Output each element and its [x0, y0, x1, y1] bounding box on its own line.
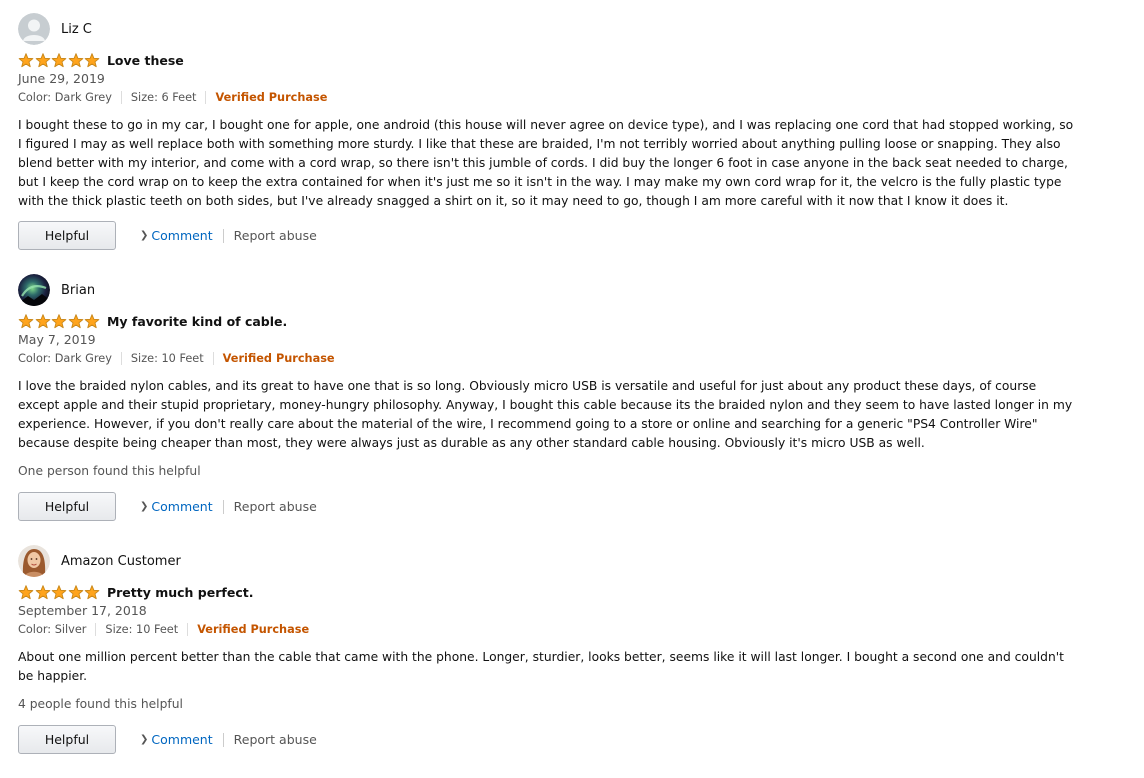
- star-icon: [51, 584, 67, 599]
- verified-purchase-badge: Verified Purchase: [197, 623, 310, 636]
- verified-purchase-badge: Verified Purchase: [222, 352, 335, 365]
- helpful-button[interactable]: Helpful: [18, 221, 116, 250]
- review-body: I love the braided nylon cables, and its…: [18, 379, 1073, 450]
- review-body: I bought these to go in my car, I bought…: [18, 118, 1074, 208]
- star-icon: [68, 584, 84, 599]
- reviewer-name: Liz C: [61, 21, 92, 37]
- star-icon: [85, 584, 100, 599]
- helpful-button[interactable]: Helpful: [18, 725, 116, 754]
- star-icon: [35, 52, 50, 67]
- star-rating[interactable]: [18, 584, 101, 600]
- review-format-strip: Color: Silver Size: 10 Feet Verified Pur…: [18, 623, 309, 636]
- star-icon: [35, 584, 50, 599]
- chevron-down-icon: ❯: [140, 734, 149, 745]
- helpful-button[interactable]: Helpful: [18, 492, 116, 521]
- review-actions: Helpful ❯ Comment Report abuse: [18, 724, 317, 755]
- star-rating[interactable]: [18, 52, 101, 68]
- divider: [187, 623, 189, 636]
- chevron-down-icon: ❯: [140, 230, 149, 241]
- review-card: Liz C Love these June 29, 2019 Color: Da…: [18, 13, 1118, 255]
- review-card: Amazon Customer Pretty much perfect. Sep…: [18, 545, 1118, 765]
- star-icon: [85, 52, 100, 67]
- color-variant[interactable]: Color: Silver: [18, 623, 86, 636]
- review-actions: Helpful ❯ Comment Report abuse: [18, 220, 317, 251]
- helpful-vote-count: One person found this helpful: [18, 464, 201, 478]
- review-title[interactable]: My favorite kind of cable.: [107, 314, 287, 329]
- star-icon: [35, 313, 50, 328]
- star-icon: [85, 313, 100, 328]
- reviewer-name: Amazon Customer: [61, 553, 181, 569]
- star-icon: [18, 584, 34, 599]
- star-rating[interactable]: [18, 313, 101, 329]
- comment-link[interactable]: ❯ Comment: [140, 499, 213, 514]
- star-icon: [51, 52, 67, 67]
- divider: [212, 352, 214, 365]
- size-variant[interactable]: Size: 6 Feet: [131, 91, 197, 104]
- divider: [205, 91, 207, 104]
- comment-label: Comment: [151, 228, 213, 243]
- star-icon: [68, 52, 84, 67]
- verified-purchase-badge: Verified Purchase: [215, 91, 328, 104]
- comment-link[interactable]: ❯ Comment: [140, 228, 213, 243]
- report-abuse-link[interactable]: Report abuse: [234, 499, 317, 514]
- star-icon: [68, 313, 84, 328]
- size-variant[interactable]: Size: 10 Feet: [105, 623, 178, 636]
- color-variant[interactable]: Color: Dark Grey: [18, 91, 112, 104]
- review-card: Brian My favorite kind of cable. May 7, …: [18, 274, 1118, 524]
- divider: [222, 732, 224, 747]
- divider: [95, 623, 97, 636]
- comment-link[interactable]: ❯ Comment: [140, 732, 213, 747]
- star-icon: [51, 313, 67, 328]
- reviewer-name: Brian: [61, 282, 96, 298]
- divider: [120, 91, 122, 104]
- review-date: June 29, 2019: [18, 71, 105, 86]
- report-abuse-link[interactable]: Report abuse: [234, 732, 317, 747]
- review-format-strip: Color: Dark Grey Size: 6 Feet Verified P…: [18, 91, 327, 104]
- star-icon: [18, 52, 34, 67]
- reviewer-profile[interactable]: Brian: [18, 274, 95, 306]
- review-date: May 7, 2019: [18, 332, 96, 347]
- helpful-vote-count: 4 people found this helpful: [18, 697, 183, 711]
- default-avatar-icon: [18, 13, 50, 45]
- chevron-down-icon: ❯: [140, 501, 149, 512]
- divider: [120, 352, 122, 365]
- report-abuse-link[interactable]: Report abuse: [234, 228, 317, 243]
- reviewer-profile[interactable]: Liz C: [18, 13, 92, 45]
- star-icon: [18, 313, 34, 328]
- divider: [222, 499, 224, 514]
- reviewer-profile[interactable]: Amazon Customer: [18, 545, 181, 577]
- review-title[interactable]: Pretty much perfect.: [107, 585, 253, 600]
- review-format-strip: Color: Dark Grey Size: 10 Feet Verified …: [18, 352, 335, 365]
- size-variant[interactable]: Size: 10 Feet: [131, 352, 204, 365]
- portrait-photo-avatar: [18, 545, 50, 577]
- divider: [222, 228, 224, 243]
- comment-label: Comment: [151, 732, 213, 747]
- color-variant[interactable]: Color: Dark Grey: [18, 352, 112, 365]
- aurora-photo-avatar: [18, 274, 50, 306]
- review-body: About one million percent better than th…: [18, 650, 1064, 683]
- review-date: September 17, 2018: [18, 603, 147, 618]
- review-actions: Helpful ❯ Comment Report abuse: [18, 491, 317, 522]
- comment-label: Comment: [151, 499, 213, 514]
- review-title[interactable]: Love these: [107, 53, 184, 68]
